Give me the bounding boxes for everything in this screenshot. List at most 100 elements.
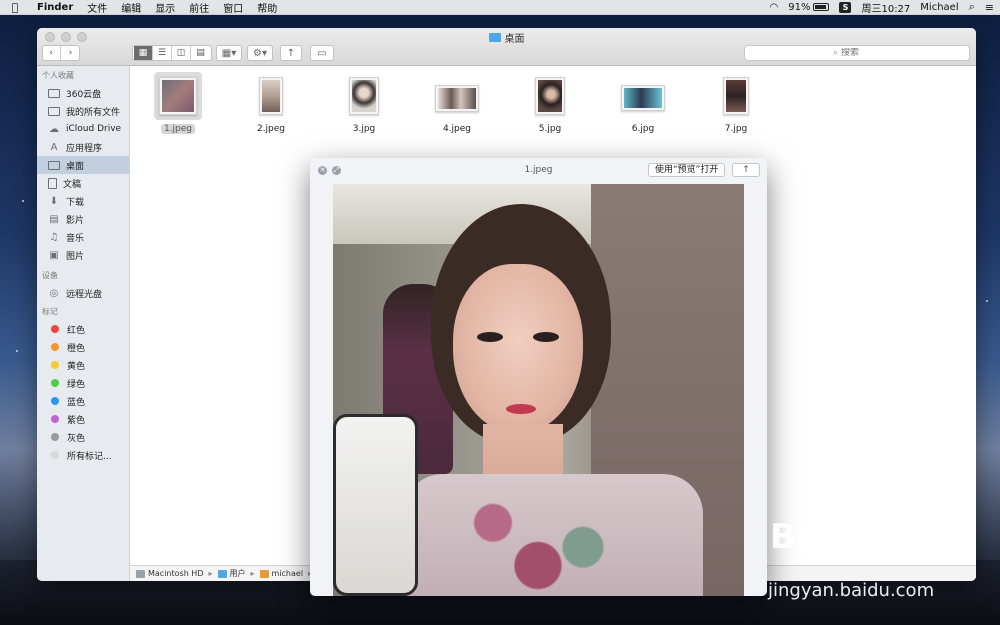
menu-go[interactable]: 前往 [182, 0, 216, 15]
share-button[interactable]: ↑ [732, 163, 760, 177]
image-thumbnail [621, 85, 665, 111]
sidebar-item-documents[interactable]: 文稿 [37, 174, 129, 192]
image-thumbnail [349, 77, 379, 115]
image-thumbnail [723, 77, 749, 115]
path-item-home[interactable]: michael [259, 569, 303, 578]
tag-icon: ▭ [317, 47, 327, 59]
tag-button[interactable]: ▭ [310, 45, 334, 61]
path-item-label: Macintosh HD [148, 569, 204, 578]
sidebar-item-pictures[interactable]: ▣ 图片 [37, 246, 129, 264]
sidebar-tag-gray[interactable]: 灰色 [37, 428, 129, 446]
forward-button[interactable]: › [61, 46, 80, 60]
file-name: 1.jpeg [160, 124, 196, 134]
music-icon: ♫ [49, 231, 59, 243]
file-item[interactable]: 1.jpeg [143, 72, 213, 134]
file-item[interactable]: 6.jpg [608, 72, 678, 134]
sidebar-tag-green[interactable]: 绿色 [37, 374, 129, 392]
sidebar-tag-purple[interactable]: 紫色 [37, 410, 129, 428]
tag-color-dot [51, 343, 59, 351]
view-mode-segment: ▦ ☰ ◫ ▤ [132, 45, 212, 61]
apple-menu-icon[interactable]:  [0, 1, 30, 14]
arrange-button[interactable]: ▦▾ [216, 45, 242, 61]
open-with-preview-button[interactable]: 使用“预览”打开 [648, 163, 726, 177]
sidebar-item-label: 360云盘 [66, 89, 102, 100]
file-item[interactable]: 7.jpg [701, 72, 771, 134]
menu-clock[interactable]: 周三10:27 [861, 0, 910, 15]
file-name: 3.jpg [352, 124, 376, 134]
file-name: 7.jpg [724, 124, 748, 134]
file-item[interactable]: 4.jpeg [422, 72, 492, 134]
menu-file[interactable]: 文件 [80, 0, 114, 15]
sidebar-item-label: 紫色 [67, 415, 86, 426]
list-view-icon[interactable]: ☰ [153, 46, 172, 60]
icon-view-icon[interactable]: ▦ [134, 46, 153, 60]
path-separator-icon: ▸ [250, 569, 255, 578]
sidebar-tag-orange[interactable]: 橙色 [37, 338, 129, 356]
gear-icon: ⚙▾ [253, 47, 267, 59]
file-name: 4.jpeg [442, 124, 472, 134]
finder-sidebar: 个人收藏 360云盘 我的所有文件 ☁ iCloud Drive A 应用程序 … [37, 66, 130, 581]
sidebar-item-label: 绿色 [67, 379, 86, 390]
file-item[interactable]: 2.jpeg [236, 72, 306, 134]
share-icon: ↑ [286, 47, 296, 59]
path-item-disk[interactable]: Macintosh HD [136, 569, 203, 578]
notification-center-icon[interactable]: ≡ [985, 1, 994, 14]
menu-help[interactable]: 帮助 [250, 0, 284, 15]
sidebar-item-label: 黄色 [67, 361, 86, 372]
sidebar-item-desktop[interactable]: 桌面 [37, 156, 129, 174]
sidebar-item-remote-disc[interactable]: ◎ 远程光盘 [37, 284, 129, 302]
file-item[interactable]: 5.jpg [515, 72, 585, 134]
tag-color-dot [51, 325, 59, 333]
share-button[interactable]: ↑ [280, 45, 302, 61]
folder-icon [488, 33, 501, 42]
menu-finder[interactable]: Finder [30, 2, 80, 13]
sidebar-item-movies[interactable]: ▤ 影片 [37, 210, 129, 228]
sidebar-tag-blue[interactable]: 蓝色 [37, 392, 129, 410]
sidebar-item-music[interactable]: ♫ 音乐 [37, 228, 129, 246]
disc-icon: ◎ [49, 287, 59, 299]
pictures-icon: ▣ [49, 249, 59, 261]
sidebar-item-all-files[interactable]: 我的所有文件 [37, 102, 129, 120]
sidebar-item-icloud-drive[interactable]: ☁ iCloud Drive [37, 120, 129, 138]
sidebar-tag-all[interactable]: 所有标记... [37, 446, 129, 464]
path-item-users[interactable]: 用户 [217, 568, 246, 579]
tag-color-dot [51, 361, 59, 369]
sidebar-item-applications[interactable]: A 应用程序 [37, 138, 129, 156]
photo-lips [506, 404, 536, 414]
image-thumbnail [435, 85, 479, 112]
sidebar-tag-yellow[interactable]: 黄色 [37, 356, 129, 374]
spotlight-search-icon[interactable]: ⌕ [969, 0, 975, 14]
sidebar-item-label: iCloud Drive [66, 124, 122, 134]
sidebar-item-label: 灰色 [67, 433, 86, 444]
menu-view[interactable]: 显示 [148, 0, 182, 15]
menu-edit[interactable]: 编辑 [114, 0, 148, 15]
sidebar-tag-red[interactable]: 红色 [37, 320, 129, 338]
menu-user[interactable]: Michael [920, 2, 958, 13]
sidebar-item-label: 我的所有文件 [66, 107, 121, 118]
battery-icon[interactable] [813, 3, 830, 11]
image-thumbnail [159, 77, 197, 115]
sidebar-item-label: 图片 [66, 251, 85, 262]
file-name: 6.jpg [631, 124, 655, 134]
back-button[interactable]: ‹ [42, 46, 61, 60]
image-thumbnail [259, 77, 283, 115]
battery-percent: 91% [788, 1, 811, 13]
search-input[interactable] [841, 48, 882, 58]
photo-eye [533, 332, 559, 342]
folder-icon [48, 88, 60, 98]
cover-flow-icon[interactable]: ▤ [191, 46, 210, 60]
search-field[interactable]: ⌕ [744, 45, 970, 61]
sogou-input-icon[interactable]: S [839, 1, 852, 13]
sidebar-item-label: 所有标记... [67, 451, 112, 462]
desktop-star [22, 200, 24, 202]
file-name: 5.jpg [538, 124, 562, 134]
column-view-icon[interactable]: ◫ [172, 46, 191, 60]
sidebar-item-downloads[interactable]: ⬇ 下载 [37, 192, 129, 210]
action-button[interactable]: ⚙▾ [247, 45, 273, 61]
sidebar-item-360-cloud[interactable]: 360云盘 [37, 84, 129, 102]
sidebar-header-devices: 设备 [42, 271, 58, 280]
file-item[interactable]: 3.jpg [329, 72, 399, 134]
menu-window[interactable]: 窗口 [216, 0, 250, 15]
wifi-icon[interactable]: ◠ [770, 2, 779, 13]
sidebar-header-tags: 标记 [42, 307, 58, 316]
